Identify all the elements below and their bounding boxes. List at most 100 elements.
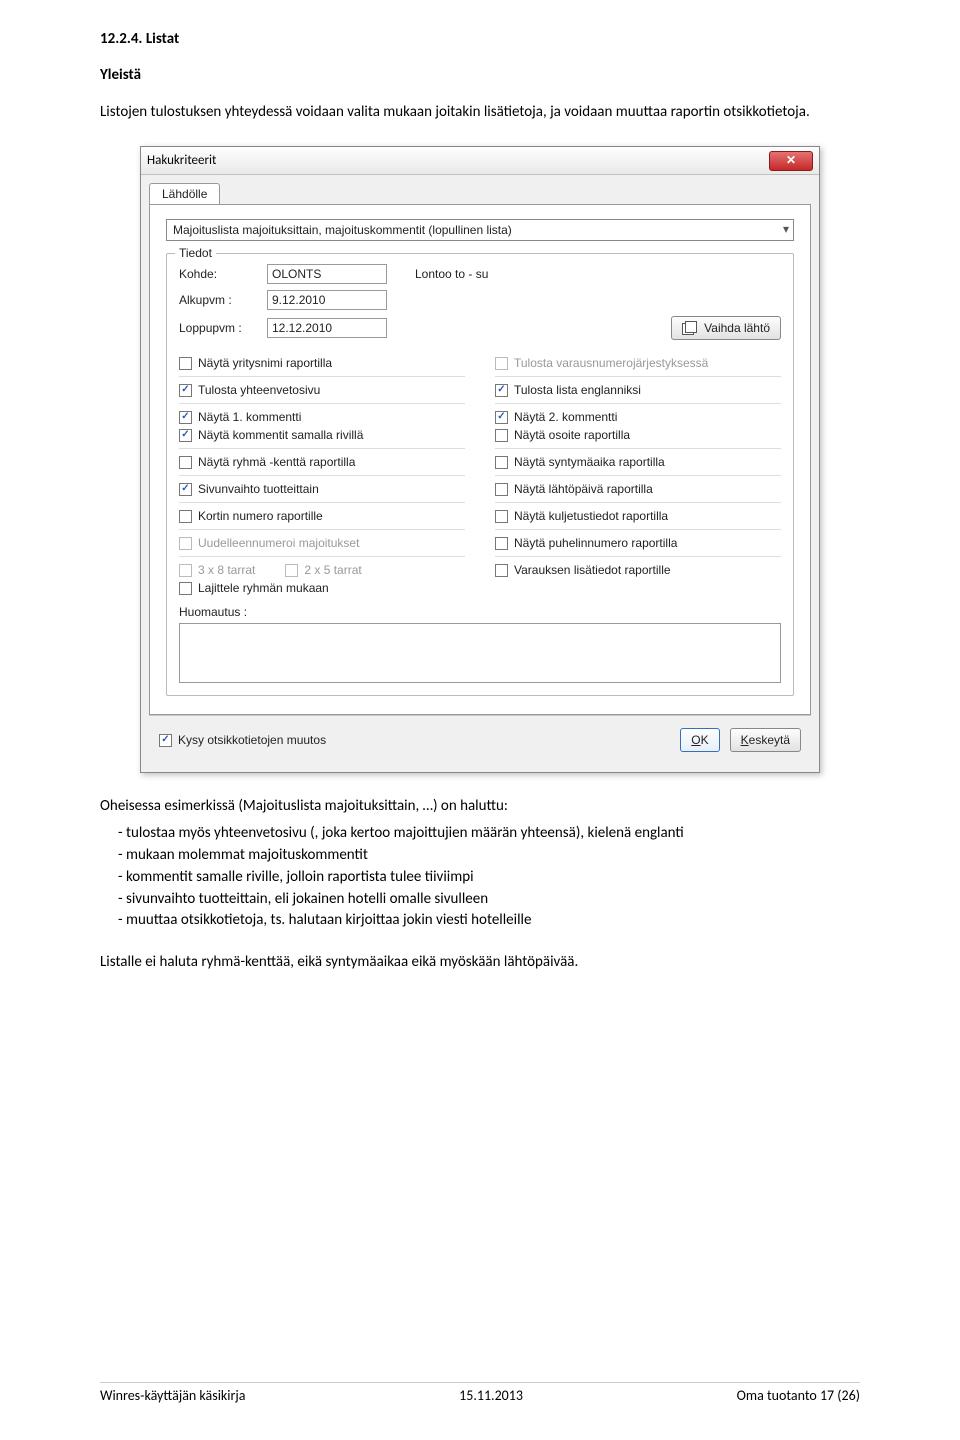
option-label: Näytä syntymäaika raportilla: [514, 455, 665, 469]
checkbox-icon: [159, 734, 172, 747]
bullet-item: kommentit samalle riville, jolloin rapor…: [100, 867, 860, 889]
example-intro: Oheisessa esimerkissä (Majoituslista maj…: [100, 797, 860, 815]
checkbox-icon: [179, 384, 192, 397]
cancel-button[interactable]: Keskeytä: [730, 728, 801, 752]
post-paragraph: Listalle ei haluta ryhmä-kenttää, eikä s…: [100, 952, 860, 972]
criteria-dialog: Hakukriteerit ✕ Lähdölle Majoituslista m…: [140, 146, 820, 773]
field-loppupvm[interactable]: 12.12.2010: [267, 318, 387, 338]
option-label: Tulosta yhteenvetosivu: [198, 383, 320, 397]
option-label: Näytä 2. kommentti: [514, 410, 617, 424]
checkbox-icon: [179, 564, 192, 577]
copy-icon: [682, 321, 698, 335]
label-alkupvm: Alkupvm :: [179, 293, 259, 307]
checkbox-icon: [179, 510, 192, 523]
option-label: Varauksen lisätiedot raportille: [514, 563, 671, 577]
vaihda-label: Vaihda lähtö: [704, 321, 770, 335]
footer-center: 15.11.2013: [459, 1387, 523, 1404]
page-footer: Winres-käyttäjän käsikirja 15.11.2013 Om…: [100, 1382, 860, 1404]
ok-button[interactable]: OK: [680, 728, 719, 752]
option-check[interactable]: Näytä 1. kommentti: [179, 410, 465, 424]
checkbox-icon: [179, 582, 192, 595]
option-check[interactable]: Näytä kommentit samalla rivillä: [179, 428, 465, 442]
checkbox-icon: [495, 483, 508, 496]
option-check[interactable]: Näytä puhelinnumero raportilla: [495, 536, 781, 550]
kohde-description: Lontoo to - su: [415, 267, 488, 281]
group-legend: Tiedot: [175, 246, 216, 260]
option-label: Näytä yritysnimi raportilla: [198, 356, 332, 370]
option-label: Kortin numero raportille: [198, 509, 323, 523]
combo-value: Majoituslista majoituksittain, majoitusk…: [173, 223, 512, 237]
option-label: Näytä 1. kommentti: [198, 410, 301, 424]
option-check[interactable]: Näytä lähtöpäivä raportilla: [495, 482, 781, 496]
close-button[interactable]: ✕: [769, 151, 813, 171]
option-label: Sivunvaihto tuotteittain: [198, 482, 319, 496]
option-label: Näytä puhelinnumero raportilla: [514, 536, 677, 550]
option-check: Tulosta varausnumerojärjestyksessä: [495, 356, 781, 370]
option-check[interactable]: Näytä syntymäaika raportilla: [495, 455, 781, 469]
option-check[interactable]: Näytä kuljetustiedot raportilla: [495, 509, 781, 523]
checkbox-icon: [179, 483, 192, 496]
option-check: Uudelleennumeroi majoitukset: [179, 536, 465, 550]
vaihda-lahto-button[interactable]: Vaihda lähtö: [671, 316, 781, 340]
checkbox-icon: [179, 429, 192, 442]
checkbox-icon: [495, 564, 508, 577]
option-label: Näytä lähtöpäivä raportilla: [514, 482, 653, 496]
label-loppupvm: Loppupvm :: [179, 321, 259, 335]
checkbox-icon: [495, 384, 508, 397]
option-check[interactable]: Tulosta yhteenvetosivu: [179, 383, 465, 397]
bullet-item: tulostaa myös yhteenvetosivu (, joka ker…: [100, 823, 860, 845]
ok-label: OK: [691, 733, 708, 747]
option-label: Tulosta lista englanniksi: [514, 383, 641, 397]
option-label: Lajittele ryhmän mukaan: [198, 581, 329, 595]
dialog-titlebar: Hakukriteerit ✕: [141, 147, 819, 175]
checkbox-icon: [495, 456, 508, 469]
bullet-item: muuttaa otsikkotietoja, ts. halutaan kir…: [100, 910, 860, 932]
option-check[interactable]: Sivunvaihto tuotteittain: [179, 482, 465, 496]
options-grid: Näytä yritysnimi raportilla Tulosta yhtee…: [179, 352, 781, 599]
checkbox-icon: [495, 537, 508, 550]
checkbox-icon: [495, 429, 508, 442]
field-kohde[interactable]: OLONTS: [267, 264, 387, 284]
checkbox-icon: [495, 411, 508, 424]
label-kohde: Kohde:: [179, 267, 259, 281]
section-subtitle: Yleistä: [100, 66, 860, 84]
option-check[interactable]: Lajittele ryhmän mukaan: [179, 581, 465, 595]
bullet-item: sivunvaihto tuotteittain, eli jokainen h…: [100, 889, 860, 911]
footer-right: Oma tuotanto 17 (26): [737, 1387, 860, 1404]
option-label: Tulosta varausnumerojärjestyksessä: [514, 356, 708, 370]
dialog-title: Hakukriteerit: [147, 153, 216, 168]
label-huomautus: Huomautus :: [179, 605, 781, 619]
section-number: 12.2.4. Listat: [100, 30, 860, 48]
tab-page: Majoituslista majoituksittain, majoitusk…: [149, 204, 811, 715]
example-bullets: tulostaa myös yhteenvetosivu (, joka ker…: [100, 823, 860, 932]
report-type-combo[interactable]: Majoituslista majoituksittain, majoitusk…: [166, 219, 794, 241]
ask-title-change-check[interactable]: Kysy otsikkotietojen muutos: [159, 733, 326, 747]
huomautus-textarea[interactable]: [179, 623, 781, 683]
option-label: Näytä kommentit samalla rivillä: [198, 428, 363, 442]
checkbox-icon: [495, 357, 508, 370]
option-check[interactable]: Näytä ryhmä -kenttä raportilla: [179, 455, 465, 469]
option-label: 3 x 8 tarrat: [198, 563, 255, 577]
dialog-footer: Kysy otsikkotietojen muutos OK Keskeytä: [149, 715, 811, 764]
option-label: Näytä ryhmä -kenttä raportilla: [198, 455, 355, 469]
option-check[interactable]: Näytä osoite raportilla: [495, 428, 781, 442]
intro-paragraph: Listojen tulostuksen yhteydessä voidaan …: [100, 102, 860, 122]
option-label: Näytä kuljetustiedot raportilla: [514, 509, 668, 523]
footer-left: Winres-käyttäjän käsikirja: [100, 1387, 245, 1404]
bullet-item: mukaan molemmat majoituskommentit: [100, 845, 860, 867]
checkbox-icon: [179, 456, 192, 469]
option-label: Näytä osoite raportilla: [514, 428, 630, 442]
option-check[interactable]: Näytä yritysnimi raportilla: [179, 356, 465, 370]
checkbox-icon: [285, 564, 298, 577]
option-label: 2 x 5 tarrat: [304, 563, 361, 577]
option-check[interactable]: Varauksen lisätiedot raportille: [495, 563, 781, 577]
checkbox-icon: [179, 357, 192, 370]
option-check[interactable]: Näytä 2. kommentti: [495, 410, 781, 424]
field-alkupvm[interactable]: 9.12.2010: [267, 290, 387, 310]
checkbox-icon: [179, 411, 192, 424]
checkbox-icon: [179, 537, 192, 550]
checkbox-icon: [495, 510, 508, 523]
option-check[interactable]: Tulosta lista englanniksi: [495, 383, 781, 397]
tab-lahdolle[interactable]: Lähdölle: [149, 183, 220, 204]
option-check[interactable]: Kortin numero raportille: [179, 509, 465, 523]
